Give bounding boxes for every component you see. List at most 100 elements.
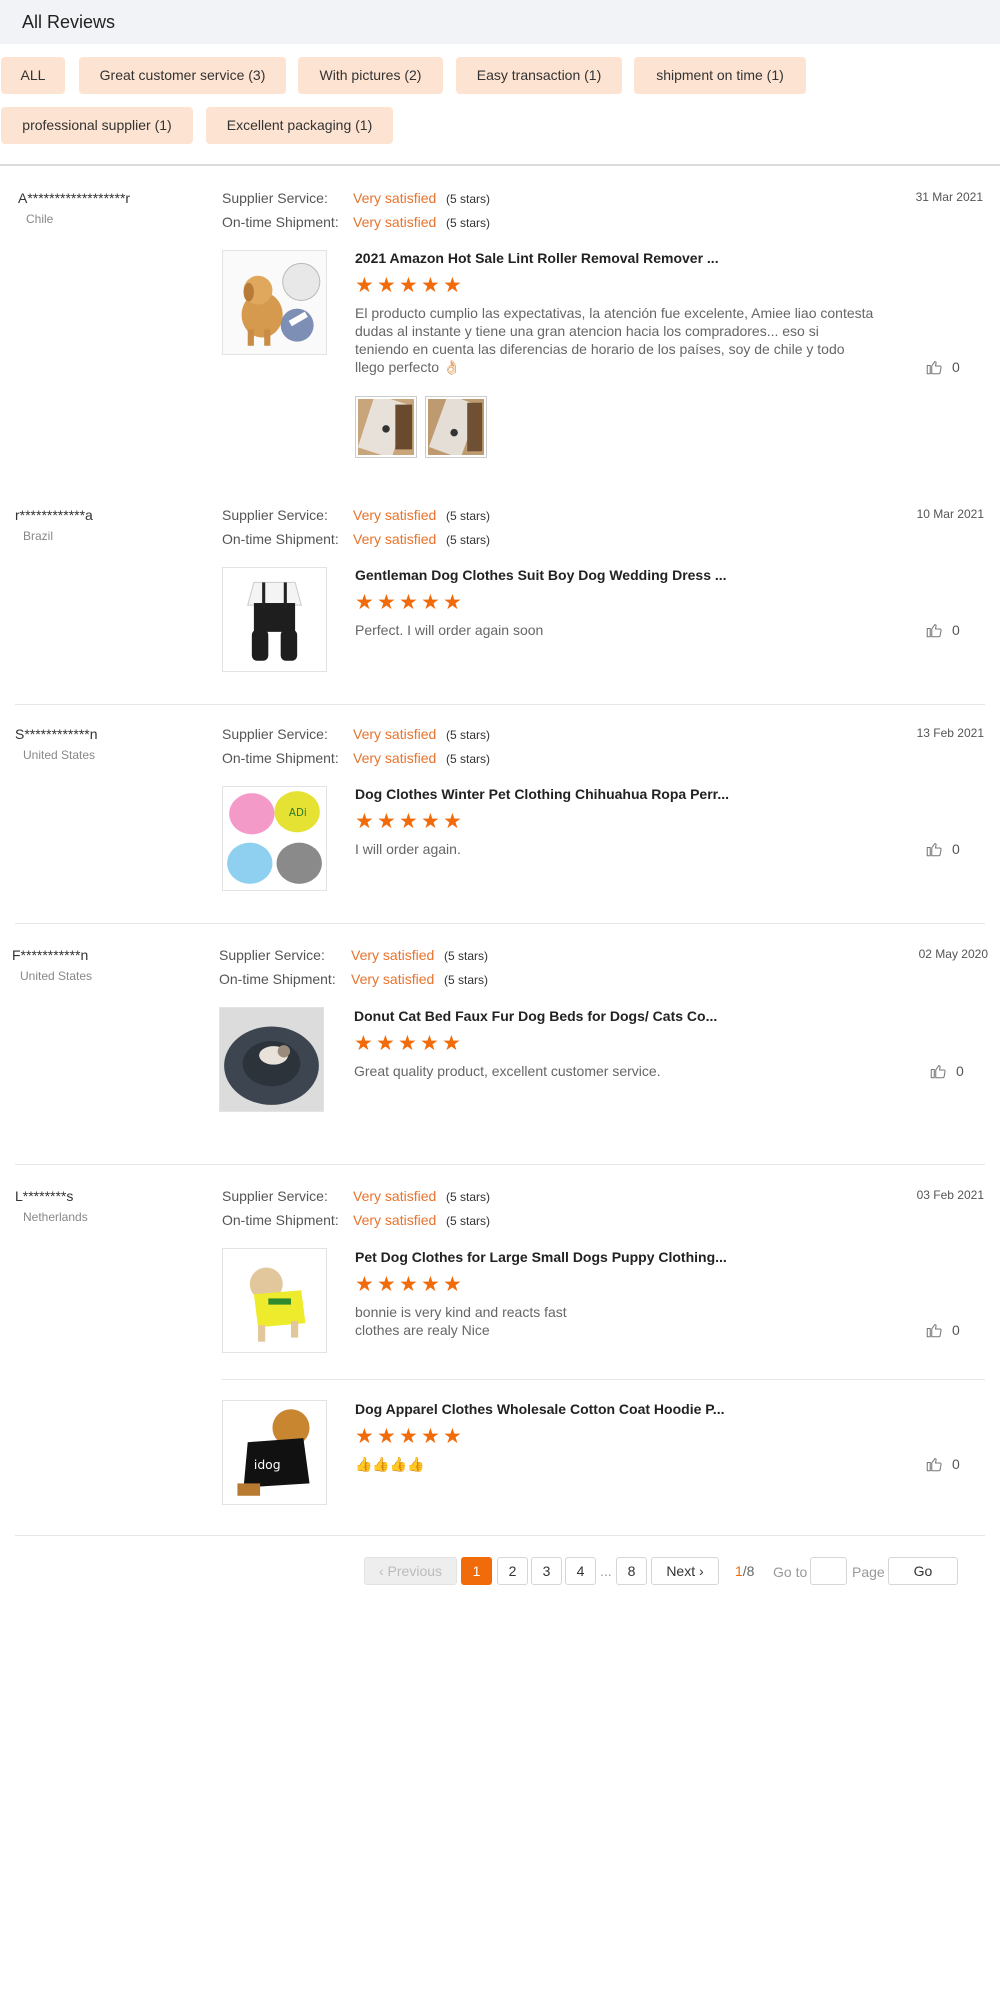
filter-easy-transaction[interactable]: Easy transaction (1) [456, 57, 622, 94]
ontime-shipment-stars: (5 stars) [446, 1214, 491, 1228]
previous-button[interactable]: ‹ Previous [364, 1557, 457, 1585]
review-photo[interactable] [425, 396, 487, 458]
rating-stars: ★ ★ ★ ★ ★ [355, 591, 463, 614]
supplier-service-label: Supplier Service: [222, 190, 328, 206]
rating-stars: ★ ★ ★ ★ ★ [355, 810, 463, 833]
ontime-shipment-stars: (5 stars) [446, 216, 491, 230]
filter-excellent-packaging[interactable]: Excellent packaging (1) [206, 107, 393, 144]
reviewer-name: F***********n [12, 947, 89, 963]
star-icon: ★ [355, 1273, 374, 1296]
review-text: 👍👍👍👍 [355, 1456, 425, 1472]
like-button[interactable]: 0 [925, 621, 960, 639]
star-icon: ★ [377, 810, 396, 833]
page-8-button[interactable]: 8 [616, 1557, 647, 1585]
star-icon: ★ [421, 1273, 440, 1296]
supplier-service-label: Supplier Service: [222, 1188, 328, 1204]
review-text: Great quality product, excellent custome… [354, 1063, 661, 1079]
ontime-shipment-label: On-time Shipment: [222, 1212, 339, 1228]
ontime-shipment-stars: (5 stars) [446, 752, 491, 766]
star-icon: ★ [399, 810, 418, 833]
dog-lint-roller-icon[interactable] [222, 250, 327, 355]
product-title[interactable]: 2021 Amazon Hot Sale Lint Roller Removal… [355, 250, 719, 266]
product-title[interactable]: Gentleman Dog Clothes Suit Boy Dog Weddi… [355, 567, 727, 583]
star-icon: ★ [354, 1032, 373, 1055]
page-2-button[interactable]: 2 [497, 1557, 528, 1585]
product-title[interactable]: Donut Cat Bed Faux Fur Dog Beds for Dogs… [354, 1008, 717, 1024]
reviewer-name: L********s [15, 1188, 74, 1204]
star-icon: ★ [355, 274, 374, 297]
filter-professional-supplier[interactable]: professional supplier (1) [1, 107, 193, 144]
supplier-service-label: Supplier Service: [222, 726, 328, 742]
go-button[interactable]: Go [888, 1557, 958, 1585]
filter-all[interactable]: ALL [1, 57, 65, 94]
supplier-service-stars: (5 stars) [446, 192, 491, 206]
star-icon: ★ [421, 274, 440, 297]
dog-suit-icon[interactable] [222, 567, 327, 672]
review-divider [15, 1164, 985, 1165]
page-3-button[interactable]: 3 [531, 1557, 562, 1585]
supplier-service-value: Very satisfied [353, 190, 437, 206]
reviews-header: All Reviews [0, 0, 1000, 44]
like-button[interactable]: 0 [925, 1321, 960, 1339]
like-count: 0 [952, 841, 960, 857]
reviews-bottom-divider [15, 1535, 985, 1536]
star-icon: ★ [398, 1032, 417, 1055]
like-button[interactable]: 0 [925, 1455, 960, 1473]
supplier-service-value: Very satisfied [351, 947, 435, 963]
review-date: 02 May 2020 [918, 947, 988, 961]
filter-great-customer-service[interactable]: Great customer service (3) [79, 57, 286, 94]
cat-bed-icon[interactable] [219, 1007, 324, 1112]
thumbs-up-icon [926, 624, 942, 638]
page-4-button[interactable]: 4 [565, 1557, 596, 1585]
supplier-service-stars: (5 stars) [444, 949, 489, 963]
dog-hoodies-icon[interactable]: ADi [222, 786, 327, 891]
star-icon: ★ [421, 1425, 440, 1448]
review-date: 31 Mar 2021 [915, 190, 983, 204]
filters-divider [0, 164, 1000, 166]
ontime-shipment-label: On-time Shipment: [222, 531, 339, 547]
star-icon: ★ [443, 1425, 462, 1448]
ontime-shipment-value: Very satisfied [353, 531, 437, 547]
reviewer-name: r************a [15, 507, 93, 523]
filter-shipment-on-time[interactable]: shipment on time (1) [634, 57, 806, 94]
star-icon: ★ [376, 1032, 395, 1055]
ontime-shipment-value: Very satisfied [353, 1212, 437, 1228]
supplier-service-label: Supplier Service: [219, 947, 325, 963]
thumbs-up-icon [926, 361, 942, 375]
ontime-shipment-value: Very satisfied [353, 750, 437, 766]
star-icon: ★ [377, 274, 396, 297]
reviewer-country: United States [23, 748, 96, 762]
star-icon: ★ [443, 810, 462, 833]
like-count: 0 [952, 359, 960, 375]
thumbs-up-icon [926, 1458, 942, 1472]
review-divider [15, 923, 985, 924]
product-title[interactable]: Dog Apparel Clothes Wholesale Cotton Coa… [355, 1401, 724, 1417]
dog-yellow-hoodie-icon[interactable] [222, 1248, 327, 1353]
like-button[interactable]: 0 [925, 358, 960, 376]
next-button[interactable]: Next › [651, 1557, 719, 1585]
pagination-ellipsis: ... [600, 1563, 612, 1579]
dog-black-hoodie-icon[interactable]: idog [222, 1400, 327, 1505]
supplier-service-value: Very satisfied [353, 726, 437, 742]
star-icon: ★ [377, 1425, 396, 1448]
like-button[interactable]: 0 [925, 840, 960, 858]
rating-stars: ★ ★ ★ ★ ★ [355, 274, 463, 297]
filter-with-pictures[interactable]: With pictures (2) [298, 57, 443, 94]
star-icon: ★ [442, 1032, 461, 1055]
like-button[interactable]: 0 [929, 1062, 964, 1080]
reviewer-country: Brazil [23, 529, 54, 543]
product-title[interactable]: Pet Dog Clothes for Large Small Dogs Pup… [355, 1249, 727, 1265]
star-icon: ★ [420, 1032, 439, 1055]
page-number-input[interactable] [810, 1557, 847, 1585]
star-icon: ★ [443, 274, 462, 297]
star-icon: ★ [399, 1425, 418, 1448]
star-icon: ★ [421, 591, 440, 614]
star-icon: ★ [443, 1273, 462, 1296]
like-count: 0 [952, 1456, 960, 1472]
review-photo[interactable] [355, 396, 417, 458]
product-title[interactable]: Dog Clothes Winter Pet Clothing Chihuahu… [355, 786, 729, 802]
star-icon: ★ [355, 810, 374, 833]
reviewer-name: S************n [15, 726, 98, 742]
star-icon: ★ [399, 274, 418, 297]
page-1-button[interactable]: 1 [461, 1557, 492, 1585]
